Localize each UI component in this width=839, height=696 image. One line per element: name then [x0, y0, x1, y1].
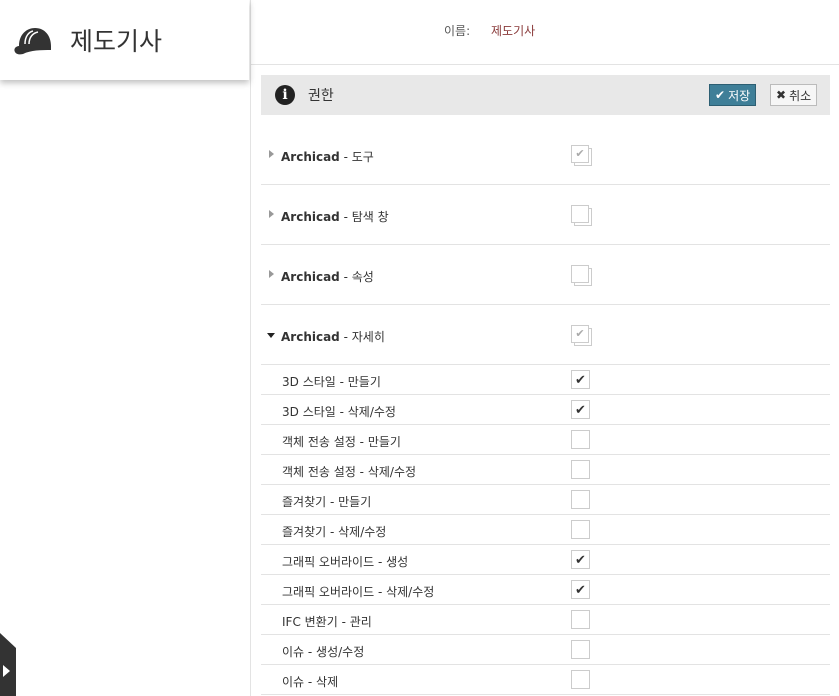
permission-label: 즐겨찾기 - 삭제/수정: [282, 525, 387, 539]
group-name: - 속성: [339, 270, 374, 284]
permission-item: 이슈 - 생성/수정: [261, 635, 830, 665]
permission-label: 이슈 - 삭제: [282, 675, 339, 689]
permission-item: 즐겨찾기 - 만들기: [261, 485, 830, 515]
group-label: Archicad - 도구: [281, 148, 374, 165]
permission-item: 즐겨찾기 - 삭제/수정: [261, 515, 830, 545]
name-value: 제도기사: [491, 24, 536, 38]
panel-divider: [250, 0, 251, 696]
permission-item: 3D 스타일 - 삭제/수정 ✔: [261, 395, 830, 425]
permission-label: 그래픽 오버라이드 - 삭제/수정: [282, 585, 435, 599]
permission-group[interactable]: Archicad - 속성: [261, 245, 830, 305]
permission-checkbox[interactable]: [571, 610, 590, 629]
permission-label: 3D 스타일 - 삭제/수정: [282, 405, 396, 419]
group-app: Archicad: [281, 150, 340, 164]
role-title: 제도기사: [70, 27, 163, 56]
permission-checkbox[interactable]: [571, 640, 590, 659]
name-row: 이름: 제도기사: [251, 0, 839, 65]
permission-item: 그래픽 오버라이드 - 생성 ✔: [261, 545, 830, 575]
group-label: Archicad - 탐색 창: [281, 208, 389, 225]
caret-right-icon[interactable]: [269, 210, 274, 218]
partial-check-icon: ✔: [571, 325, 589, 343]
permission-label: 즐겨찾기 - 만들기: [282, 495, 372, 509]
caret-down-icon[interactable]: [267, 333, 275, 338]
permission-item: 3D 스타일 - 만들기 ✔: [261, 365, 830, 395]
cancel-label: 취소: [789, 88, 812, 103]
close-icon: ✖: [776, 88, 787, 102]
permission-label: 그래픽 오버라이드 - 생성: [282, 555, 409, 569]
permission-item: IFC 변환기 - 관리: [261, 605, 830, 635]
permission-checkbox[interactable]: ✔: [571, 580, 590, 599]
permission-item: 객체 전송 설정 - 만들기: [261, 425, 830, 455]
permission-label: IFC 변환기 - 관리: [282, 615, 372, 629]
role-card: 제도기사: [0, 0, 249, 80]
permission-label: 3D 스타일 - 만들기: [282, 375, 381, 389]
save-button[interactable]: ✔ 저장: [709, 84, 757, 106]
partial-check-icon: ✔: [571, 145, 589, 163]
chevron-right-icon: [3, 665, 10, 677]
cancel-button[interactable]: ✖ 취소: [770, 84, 818, 106]
permissions-header: i 권한 ✔ 저장 ✖ 취소: [261, 75, 830, 115]
permission-item: 객체 전송 설정 - 삭제/수정: [261, 455, 830, 485]
permission-list: Archicad - 도구 ✔ Archicad - 탐색 창 Archicad…: [261, 125, 830, 695]
permission-checkbox[interactable]: ✔: [571, 370, 590, 389]
permission-item: 이슈 - 삭제: [261, 665, 830, 695]
group-checkbox[interactable]: ✔: [571, 145, 593, 167]
permission-label: 객체 전송 설정 - 만들기: [282, 435, 401, 449]
group-app: Archicad: [281, 330, 340, 344]
permission-group[interactable]: Archicad - 도구 ✔: [261, 125, 830, 185]
group-checkbox[interactable]: [571, 265, 593, 287]
permission-checkbox[interactable]: ✔: [571, 400, 590, 419]
group-label: Archicad - 속성: [281, 268, 374, 285]
hard-hat-icon: [14, 28, 52, 55]
permission-checkbox[interactable]: [571, 430, 590, 449]
permission-checkbox[interactable]: [571, 670, 590, 689]
group-checkbox[interactable]: ✔: [571, 325, 593, 347]
permission-item: 그래픽 오버라이드 - 삭제/수정 ✔: [261, 575, 830, 605]
save-label: 저장: [728, 88, 751, 103]
permission-checkbox[interactable]: [571, 460, 590, 479]
group-label: Archicad - 자세히: [281, 328, 385, 345]
caret-right-icon[interactable]: [269, 150, 274, 158]
permission-group[interactable]: Archicad - 자세히 ✔: [261, 305, 830, 365]
permission-label: 이슈 - 생성/수정: [282, 645, 365, 659]
group-name: - 탐색 창: [339, 210, 389, 224]
group-checkbox[interactable]: [571, 205, 593, 227]
permission-checkbox[interactable]: ✔: [571, 550, 590, 569]
sidebar-toggle-button[interactable]: [0, 633, 16, 696]
empty-checkbox-icon: [571, 265, 589, 283]
empty-checkbox-icon: [571, 205, 589, 223]
info-icon: i: [275, 85, 295, 105]
check-icon: ✔: [715, 88, 726, 102]
group-name: - 자세히: [339, 330, 385, 344]
caret-right-icon[interactable]: [269, 270, 274, 278]
permission-checkbox[interactable]: [571, 490, 590, 509]
group-app: Archicad: [281, 210, 340, 224]
permission-checkbox[interactable]: [571, 520, 590, 539]
permission-label: 객체 전송 설정 - 삭제/수정: [282, 465, 417, 479]
permission-group[interactable]: Archicad - 탐색 창: [261, 185, 830, 245]
name-label: 이름:: [444, 24, 471, 38]
group-name: - 도구: [339, 150, 374, 164]
section-title: 권한: [308, 88, 334, 104]
group-app: Archicad: [281, 270, 340, 284]
